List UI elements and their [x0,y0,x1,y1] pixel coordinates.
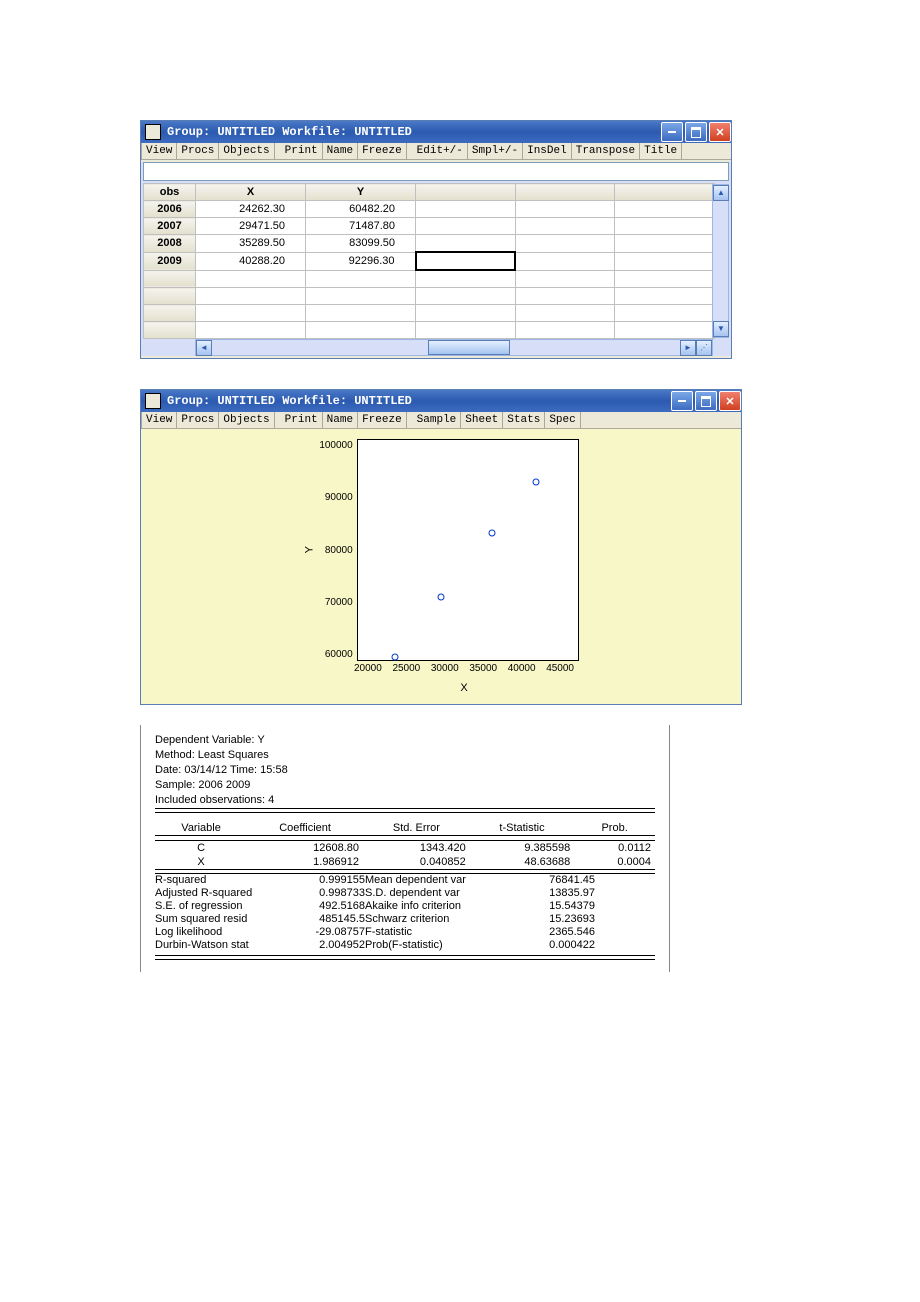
vertical-scrollbar[interactable]: ▲ ▼ [712,184,729,338]
toolbar-spec[interactable]: Spec [545,412,580,428]
data-table: obsXY 200624262.3060482.20200729471.5071… [143,183,715,339]
cell[interactable]: 35289.50 [196,235,306,253]
close-button[interactable] [719,391,741,411]
horizontal-scrollbar[interactable]: ◄ ► ⋰ [195,339,713,356]
column-header[interactable]: Y [306,184,416,201]
titlebar[interactable]: Group: UNTITLED Workfile: UNTITLED [141,390,741,412]
toolbar-stats[interactable]: Stats [503,412,545,428]
titlebar[interactable]: Group: UNTITLED Workfile: UNTITLED [141,121,731,143]
toolbar-procs[interactable]: Procs [177,143,219,159]
group-chart-window: Group: UNTITLED Workfile: UNTITLED ViewP… [140,389,742,705]
regression-header: Dependent Variable: YMethod: Least Squar… [155,733,655,808]
cell[interactable] [416,235,516,253]
row-header[interactable]: 2009 [144,252,196,270]
app-icon [145,393,161,409]
cell[interactable] [615,252,715,270]
toolbar-view[interactable]: View [141,143,177,159]
cell[interactable] [615,218,715,235]
group-spreadsheet-window: Group: UNTITLED Workfile: UNTITLED ViewP… [140,120,732,359]
table-row: 200940288.2092296.30 [144,252,715,270]
toolbar-view[interactable]: View [141,412,177,428]
toolbar-print[interactable]: Print [281,143,323,159]
toolbar-procs[interactable]: Procs [177,412,219,428]
row-header[interactable]: 2007 [144,218,196,235]
cell[interactable] [515,218,615,235]
x-axis-label: X [460,682,467,694]
x-axis-ticks: 200002500030000350004000045000 [354,663,574,674]
toolbar-name[interactable]: Name [323,143,358,159]
table-row: 200729471.5071487.80 [144,218,715,235]
cell[interactable] [515,252,615,270]
sheet-area: obsXY 200624262.3060482.20200729471.5071… [141,162,731,356]
y-axis-ticks: 10000090000800007000060000 [319,440,356,660]
edit-bar[interactable] [143,162,729,181]
toolbar-sheet[interactable]: Sheet [461,412,503,428]
scroll-left-icon[interactable]: ◄ [196,340,212,356]
maximize-button[interactable] [695,391,717,411]
toolbar-smpl[interactable]: Smpl+/- [468,143,523,159]
cell[interactable]: 40288.20 [196,252,306,270]
data-point [489,529,496,536]
window-title: Group: UNTITLED Workfile: UNTITLED [167,125,412,139]
scatter-plot [357,439,579,661]
scroll-up-icon[interactable]: ▲ [713,185,729,201]
column-header[interactable]: X [196,184,306,201]
cell[interactable] [416,252,516,270]
table-row: 200835289.5083099.50 [144,235,715,253]
cell[interactable]: 29471.50 [196,218,306,235]
toolbar-objects[interactable]: Objects [219,412,274,428]
row-header[interactable]: 2008 [144,235,196,253]
data-point [533,479,540,486]
regression-output: Dependent Variable: YMethod: Least Squar… [140,725,670,972]
data-point [438,593,445,600]
cell[interactable] [615,201,715,218]
close-button[interactable] [709,122,731,142]
window-title: Group: UNTITLED Workfile: UNTITLED [167,394,412,408]
cell[interactable]: 92296.30 [306,252,416,270]
cell[interactable] [515,201,615,218]
y-axis-label: Y [303,546,315,553]
summary-stats: R-squared0.999155Mean dependent var76841… [155,874,655,951]
toolbar-name[interactable]: Name [323,412,358,428]
cell[interactable] [416,201,516,218]
scroll-thumb[interactable] [428,340,510,355]
row-header[interactable]: 2006 [144,201,196,218]
cell[interactable]: 83099.50 [306,235,416,253]
column-header[interactable]: obs [144,184,196,201]
maximize-button[interactable] [685,122,707,142]
toolbar-freeze[interactable]: Freeze [358,143,407,159]
toolbar-title[interactable]: Title [640,143,682,159]
toolbar-sample[interactable]: Sample [413,412,462,428]
app-icon [145,124,161,140]
table-row: 200624262.3060482.20 [144,201,715,218]
scroll-down-icon[interactable]: ▼ [713,321,729,337]
toolbar-edit[interactable]: Edit+/- [413,143,468,159]
toolbar: ViewProcsObjects PrintNameFreeze SampleShe… [141,412,741,429]
toolbar-transpose[interactable]: Transpose [572,143,640,159]
coefficient-table: VariableCoefficientStd. Errort-Statistic… [155,821,655,869]
cell[interactable]: 71487.80 [306,218,416,235]
minimize-button[interactable] [671,391,693,411]
cell[interactable]: 60482.20 [306,201,416,218]
toolbar-freeze[interactable]: Freeze [358,412,407,428]
cell[interactable]: 24262.30 [196,201,306,218]
toolbar: ViewProcsObjects PrintNameFreeze Edit+/-Sm… [141,143,731,160]
minimize-button[interactable] [661,122,683,142]
toolbar-insdel[interactable]: InsDel [523,143,572,159]
cell[interactable] [615,235,715,253]
chart-area: Y 10000090000800007000060000 20000250003… [141,429,741,704]
data-point [392,654,399,661]
scroll-right-icon[interactable]: ► [680,340,696,356]
cell[interactable] [515,235,615,253]
resize-grip-icon[interactable]: ⋰ [696,340,712,356]
toolbar-objects[interactable]: Objects [219,143,274,159]
toolbar-print[interactable]: Print [281,412,323,428]
cell[interactable] [416,218,516,235]
